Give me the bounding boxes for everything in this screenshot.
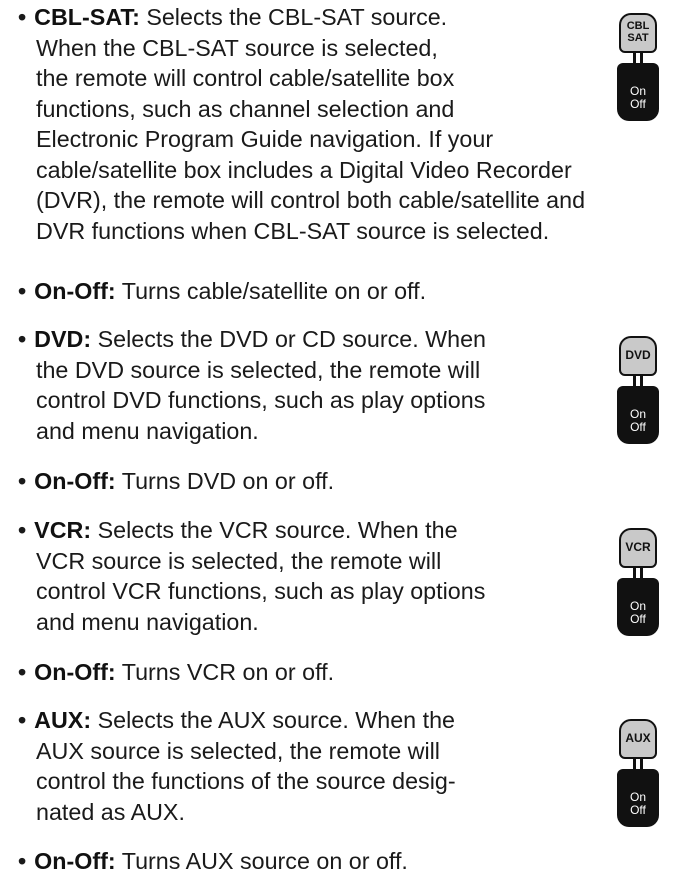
- off-label: Off: [630, 612, 646, 626]
- on-off-button: On Off: [617, 63, 659, 121]
- bullet: •: [18, 4, 27, 30]
- bullet: •: [18, 278, 27, 304]
- item-text: Turns AUX source on or off.: [115, 848, 408, 874]
- item-term: On-Off:: [34, 659, 116, 685]
- source-label: VCR: [625, 540, 651, 554]
- item-term: On-Off:: [34, 848, 116, 874]
- item-text: control VCR functions, such as play opti…: [36, 578, 486, 604]
- item-text: the DVD source is selected, the remote w…: [36, 356, 481, 383]
- item-term: AUX:: [34, 707, 92, 733]
- item-text: Electronic Program Guide navigation. If …: [36, 126, 494, 152]
- bullet: •: [18, 707, 27, 733]
- item-text: and menu navigation.: [36, 608, 259, 635]
- list-item-aux: • AUX: Selects the AUX source. When the A…: [18, 705, 456, 827]
- list-item-on-off-vcr: • On-Off: Turns VCR on or off.: [18, 657, 334, 688]
- on-off-button: On Off: [617, 386, 659, 444]
- bullet: •: [18, 468, 27, 494]
- list-item-on-off-dvd: • On-Off: Turns DVD on or off.: [18, 466, 334, 497]
- item-text: Selects the VCR source. When the: [91, 517, 458, 543]
- source-label: DVD: [625, 348, 651, 362]
- item-term: VCR:: [34, 517, 92, 543]
- item-text: control the functions of the source desi…: [36, 768, 456, 794]
- on-off-button: On Off: [617, 769, 659, 827]
- item-text: Selects the CBL-SAT source.: [139, 4, 448, 30]
- item-text: and menu navigation.: [36, 417, 259, 444]
- item-term: CBL-SAT:: [34, 4, 140, 30]
- source-label: SAT: [627, 32, 649, 44]
- aux-source-button: AUX: [619, 719, 657, 759]
- on-off-button: On Off: [617, 578, 659, 636]
- item-text: AUX source is selected, the remote will: [36, 737, 440, 764]
- bullet: •: [18, 326, 27, 352]
- item-text: When the CBL-SAT source is selected,: [36, 34, 438, 61]
- bullet: •: [18, 659, 27, 685]
- list-item-on-off-aux: • On-Off: Turns AUX source on or off.: [18, 846, 408, 877]
- item-text: functions, such as channel selection and: [36, 95, 455, 122]
- item-term: On-Off:: [34, 278, 116, 304]
- off-label: Off: [630, 97, 646, 111]
- list-item-vcr: • VCR: Selects the VCR source. When the V…: [18, 515, 485, 637]
- off-label: Off: [630, 420, 646, 434]
- source-label: CBL: [626, 20, 650, 32]
- list-item-on-off-cable: • On-Off: Turns cable/satellite on or off…: [18, 276, 426, 307]
- item-text: nated as AUX.: [36, 798, 185, 825]
- item-text: cable/satellite box includes a Digital V…: [36, 156, 572, 183]
- item-text: DVR functions when CBL-SAT source is sel…: [36, 217, 550, 244]
- item-text: the remote will control cable/satellite …: [36, 65, 455, 91]
- on-label: On: [629, 790, 646, 804]
- item-text: Selects the AUX source. When the: [91, 707, 455, 733]
- item-text: control DVD functions, such as play opti…: [36, 387, 486, 413]
- vcr-remote-button-icon: VCR On Off: [617, 528, 659, 636]
- vcr-source-button: VCR: [619, 528, 657, 568]
- cbl-sat-remote-button-icon: CBL SAT On Off: [617, 13, 659, 121]
- list-item-cbl-sat: • CBL-SAT: Selects the CBL-SAT source. Wh…: [18, 2, 585, 246]
- item-text: Turns VCR on or off.: [115, 659, 335, 685]
- item-term: On-Off:: [34, 468, 116, 494]
- on-label: On: [629, 84, 646, 98]
- bullet: •: [18, 517, 27, 543]
- list-item-dvd: • DVD: Selects the DVD or CD source. When…: [18, 324, 486, 446]
- item-text: (DVR), the remote will control both cabl…: [36, 187, 586, 213]
- on-label: On: [629, 407, 646, 421]
- item-text: Selects the DVD or CD source. When: [91, 326, 487, 352]
- dvd-source-button: DVD: [619, 336, 657, 376]
- item-text: Turns DVD on or off.: [115, 468, 335, 494]
- bullet: •: [18, 848, 27, 874]
- item-text: Turns cable/satellite on or off.: [115, 278, 427, 304]
- item-text: VCR source is selected, the remote will: [36, 547, 442, 574]
- dvd-remote-button-icon: DVD On Off: [617, 336, 659, 444]
- on-label: On: [629, 599, 646, 613]
- off-label: Off: [630, 803, 646, 817]
- item-term: DVD:: [34, 326, 92, 352]
- source-label: AUX: [625, 731, 651, 745]
- cbl-sat-source-button: CBL SAT: [619, 13, 657, 53]
- aux-remote-button-icon: AUX On Off: [617, 719, 659, 827]
